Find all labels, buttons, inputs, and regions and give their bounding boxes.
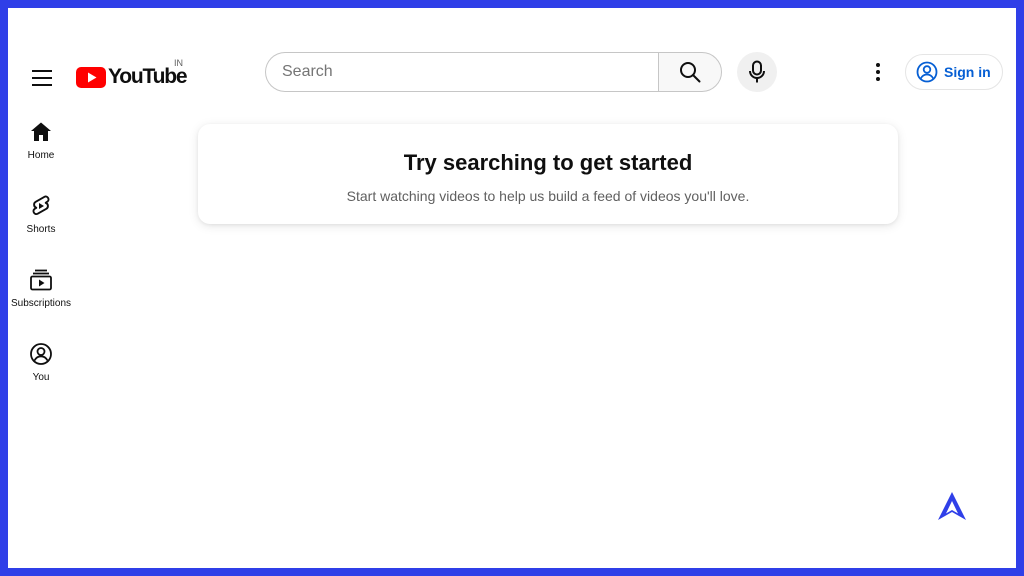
prompt-subtitle: Start watching videos to help us build a…: [346, 188, 750, 204]
home-icon: [31, 122, 51, 141]
sign-in-button[interactable]: Sign in: [905, 54, 1003, 90]
region-code: IN: [174, 58, 183, 68]
sidebar-item-label: Shorts: [26, 224, 56, 235]
search-bar: [265, 52, 722, 92]
settings-more-button[interactable]: [858, 52, 898, 92]
empty-feed-prompt: Try searching to get started Start watch…: [198, 124, 898, 224]
you-icon: [30, 343, 52, 365]
shorts-icon: [32, 195, 50, 216]
sidebar-item-label: Home: [27, 150, 55, 161]
brand-logo-icon: [938, 492, 966, 520]
sidebar-item-you[interactable]: You: [8, 330, 74, 404]
masthead: YouTube IN Search Sign in: [8, 8, 1016, 138]
youtube-play-icon: [76, 66, 106, 88]
more-vertical-icon: [876, 63, 880, 81]
search-icon: [680, 62, 701, 83]
account-circle-icon: [916, 61, 938, 83]
youtube-logo[interactable]: YouTube: [76, 62, 188, 92]
sidebar-item-home[interactable]: Home: [8, 108, 74, 182]
app-window: YouTube IN Search Sign in Home Shorts Su…: [8, 8, 1016, 568]
menu-button[interactable]: [24, 60, 60, 96]
search-button[interactable]: [658, 52, 722, 92]
sidebar-item-label: You: [32, 372, 50, 383]
search-input[interactable]: [265, 52, 658, 92]
mini-guide-sidebar: Home Shorts Subscriptions You: [8, 108, 74, 404]
sign-in-label: Sign in: [944, 64, 991, 80]
prompt-title: Try searching to get started: [403, 150, 693, 175]
logo-text: YouTube: [108, 65, 188, 88]
sidebar-item-shorts[interactable]: Shorts: [8, 182, 74, 256]
hamburger-menu-icon: [32, 70, 52, 86]
subscriptions-icon: [30, 269, 52, 291]
voice-search-button[interactable]: [737, 52, 777, 92]
sidebar-item-label: Subscriptions: [10, 298, 72, 309]
microphone-icon: [749, 60, 765, 83]
sidebar-item-subscriptions[interactable]: Subscriptions: [8, 256, 74, 330]
